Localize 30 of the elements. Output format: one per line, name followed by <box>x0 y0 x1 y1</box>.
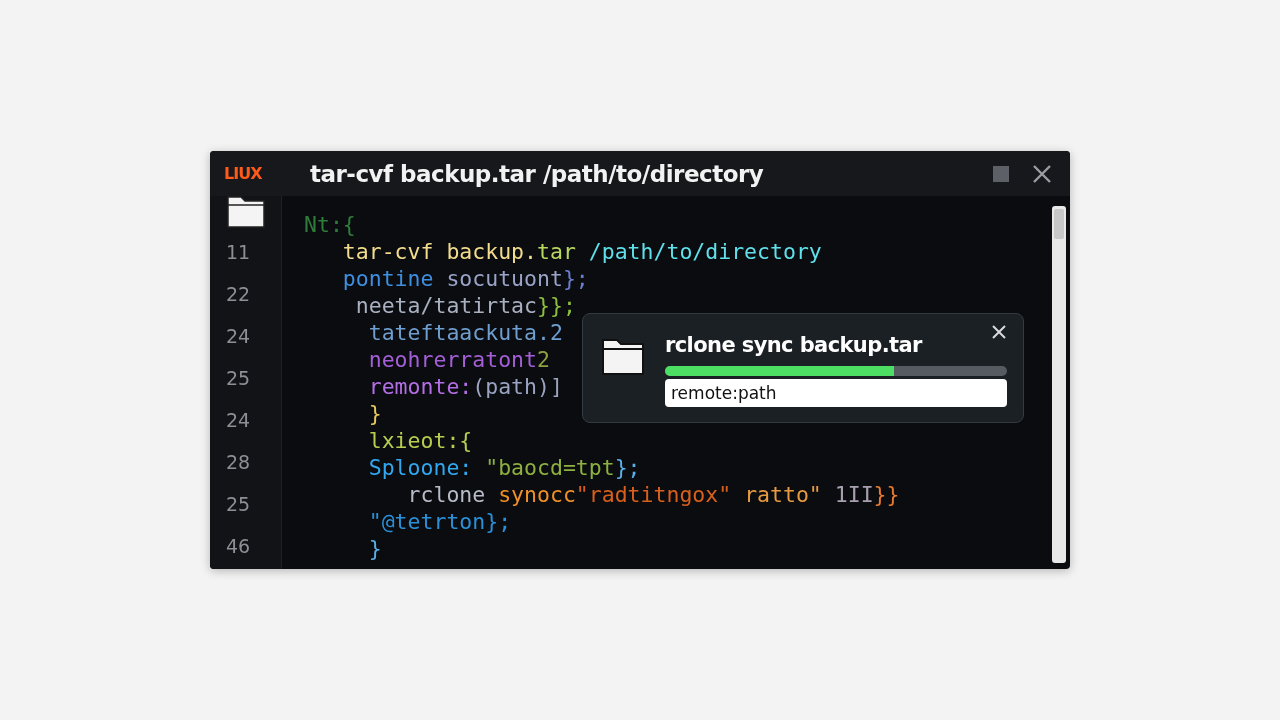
destination-field[interactable]: remote:path <box>665 379 1007 407</box>
folder-icon <box>601 336 645 376</box>
line-number: 25 <box>226 492 251 517</box>
code-line: rclone synocc"radtitngox" ratto" 1II}} <box>406 481 900 508</box>
code-line: pontine socutuont}; <box>341 265 589 292</box>
line-number: 11 <box>226 240 251 265</box>
line-number: 25 <box>226 366 251 391</box>
code-line: Nt:{ <box>304 211 356 238</box>
code-line: tateftaackuta.2 <box>367 319 563 346</box>
code-line: } <box>367 400 382 427</box>
code-line: neohrerratont2 <box>367 346 550 373</box>
dialog-title: rclone sync backup.tar <box>665 332 924 358</box>
code-line: remonte:(path)] <box>367 373 563 400</box>
line-number: 28 <box>226 450 251 475</box>
line-number: 24 <box>226 324 251 349</box>
scrollbar[interactable] <box>1052 206 1066 563</box>
line-number: 46 <box>226 534 251 559</box>
code-line: "@tetrton}; <box>367 508 512 535</box>
code-line: tar-cvf backup.tar /path/to/directory <box>341 238 822 265</box>
code-line: Sploone: "baocd=tpt}; <box>367 454 641 481</box>
line-number: 22 <box>226 282 251 307</box>
code-line: neeta/tatirtac}}; <box>354 292 576 319</box>
close-icon[interactable] <box>1032 163 1052 184</box>
folder-icon[interactable] <box>226 193 266 229</box>
app-logo: LIUX <box>210 151 282 196</box>
window-title: tar-cvf backup.tar /path/to/directory <box>310 160 764 187</box>
code-line: } <box>367 535 382 562</box>
maximize-icon[interactable] <box>992 164 1010 183</box>
line-number: 24 <box>226 408 251 433</box>
code-line: lxieot:{ <box>367 427 473 454</box>
